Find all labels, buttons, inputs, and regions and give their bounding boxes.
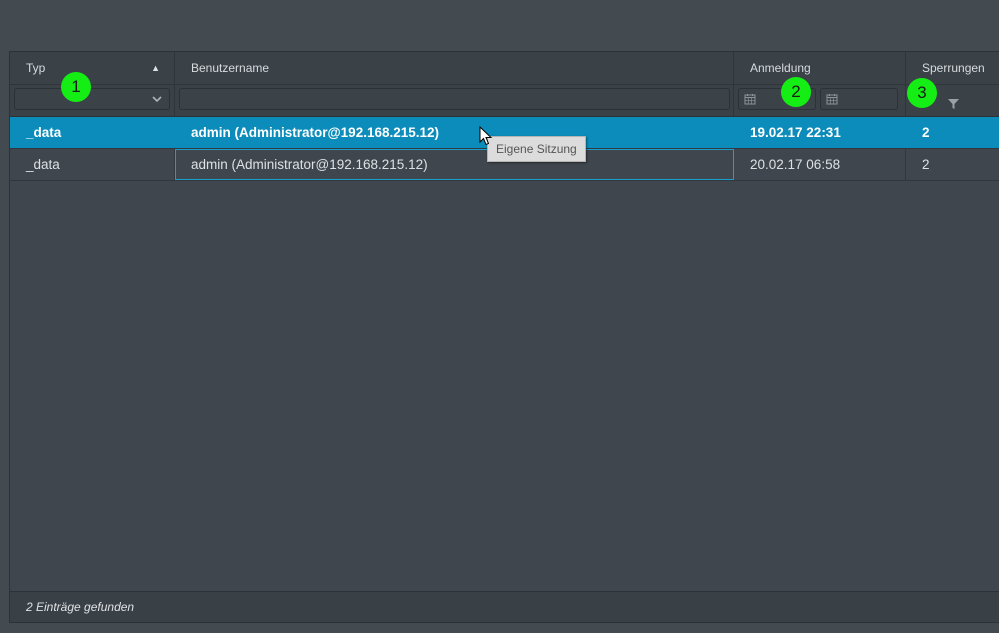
benutzername-filter-input[interactable] <box>179 88 730 110</box>
cell-anmeldung: 19.02.17 22:31 <box>750 125 841 140</box>
calendar-icon[interactable] <box>826 92 838 110</box>
anmeldung-to-input[interactable] <box>820 88 898 110</box>
annotation-marker-2: 2 <box>781 77 811 107</box>
cell-benutzername: admin (Administrator@192.168.215.12) <box>175 149 734 180</box>
calendar-icon[interactable] <box>744 92 756 110</box>
column-header-typ[interactable]: Typ ▲ <box>10 52 175 84</box>
chevron-down-icon[interactable] <box>151 91 163 111</box>
cell-anmeldung: 20.02.17 06:58 <box>734 149 906 180</box>
column-header-benutzername-label: Benutzername <box>191 61 270 75</box>
filter-cell-anmeldung <box>734 85 906 116</box>
column-header-anmeldung-label: Anmeldung <box>750 61 811 75</box>
cell-sperrungen: 2 <box>922 125 930 140</box>
tooltip: Eigene Sitzung <box>487 136 586 162</box>
grid-header: Typ ▲ Benutzername Anmeldung Sperrungen <box>10 52 999 85</box>
typ-filter-select[interactable] <box>14 88 170 110</box>
filter-cell-typ <box>10 85 175 116</box>
cell-benutzername: admin (Administrator@192.168.215.12) <box>191 125 440 140</box>
result-count: 2 Einträge gefunden <box>10 591 999 622</box>
cell-typ: _data <box>10 149 175 180</box>
annotation-marker-3: 3 <box>907 78 937 108</box>
column-header-benutzername[interactable]: Benutzername <box>175 52 734 84</box>
filter-icon[interactable] <box>948 96 959 114</box>
column-header-anmeldung[interactable]: Anmeldung <box>734 52 906 84</box>
annotation-marker-1: 1 <box>61 72 91 102</box>
mouse-cursor-icon <box>479 125 493 151</box>
filter-cell-benutzername <box>175 85 734 116</box>
column-header-sperrungen-label: Sperrungen <box>922 61 985 75</box>
filter-row <box>10 85 999 117</box>
cell-sperrungen: 2 <box>922 157 930 172</box>
sort-ascending-icon[interactable]: ▲ <box>151 52 160 84</box>
column-header-typ-label: Typ <box>26 61 46 75</box>
cell-typ: _data <box>26 125 62 140</box>
